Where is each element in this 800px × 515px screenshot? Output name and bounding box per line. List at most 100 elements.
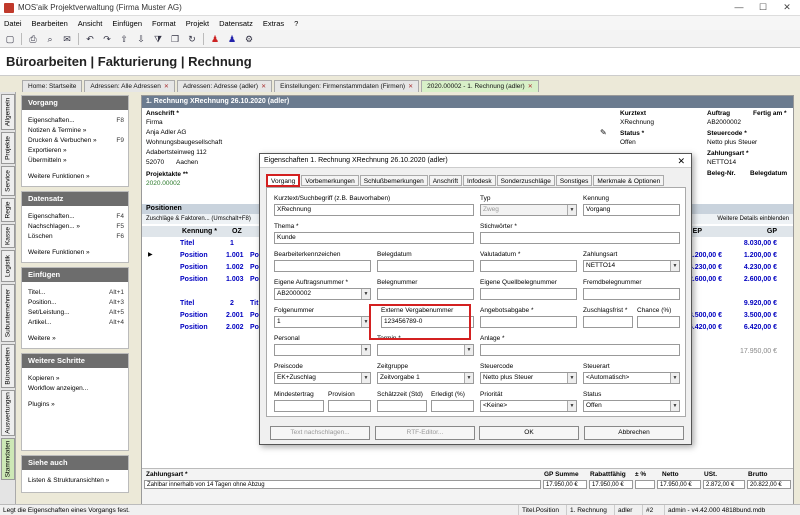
ok-button[interactable]: OK [479, 426, 579, 440]
sidetab-projekte[interactable]: Projekte [1, 132, 15, 164]
maximize-button[interactable]: ☐ [752, 1, 774, 14]
zuschlagsfrist-input[interactable] [583, 316, 633, 328]
dtab-vorgang[interactable]: Vorgang [266, 174, 301, 187]
menu-item-notizen[interactable]: Notizen & Termine » [22, 126, 128, 136]
sidetab-subunternehmer[interactable]: Subunternehmer [1, 284, 15, 342]
termin-select[interactable]: ▼ [377, 344, 474, 356]
thema-input[interactable]: Kunde [274, 232, 474, 244]
menu-item-weitere[interactable]: Weitere » [22, 334, 128, 344]
tab-alle-adressen[interactable]: Adressen: Alle Adressen ✕ [84, 80, 175, 92]
sidetab-service[interactable]: Service [1, 166, 15, 196]
close-icon[interactable]: ✕ [528, 83, 533, 90]
up-icon[interactable]: ⇧ [118, 33, 130, 45]
edit-address-icon[interactable]: ✎ [600, 128, 607, 137]
menu-item-artikel[interactable]: Artikel... Alt+4 [22, 318, 128, 328]
menu-item-weitere[interactable]: Weitere Funktionen » [22, 172, 128, 182]
menu-item-listen[interactable]: Listen & Strukturansichten » [22, 476, 128, 486]
sidetab-bueroarbeiten[interactable]: Büroarbeiten [1, 344, 15, 388]
menu-projekt[interactable]: Projekt [186, 19, 209, 28]
angebotsabgabe-input[interactable] [480, 316, 577, 328]
auftragsnummer-select[interactable]: AB2000002 ▼ [274, 288, 371, 300]
steuercode-select[interactable]: Netto plus Steuer ▼ [480, 372, 577, 384]
zuschlaege-link[interactable]: Zuschläge & Faktoren... (Umschalt+F8) [146, 216, 251, 222]
redo-icon[interactable]: ↷ [101, 33, 113, 45]
menu-item-position[interactable]: Position... Alt+3 [22, 298, 128, 308]
preview-icon[interactable]: ⌕ [44, 33, 56, 45]
kurztext-input[interactable]: XRechnung [274, 204, 474, 216]
col-gp[interactable]: GP [737, 226, 777, 237]
close-icon[interactable]: ✕ [677, 154, 685, 168]
menu-item-workflow[interactable]: Workflow anzeigen... [22, 384, 128, 394]
zeitgruppe-select[interactable]: Zeitvorgabe 1 ▼ [377, 372, 474, 384]
text-nachschlagen-button[interactable]: Text nachschlagen... [270, 426, 370, 440]
close-icon[interactable]: ✕ [164, 83, 169, 90]
valutadatum-input[interactable] [480, 260, 577, 272]
menu-datensatz[interactable]: Datensatz [219, 19, 253, 28]
menu-item-loeschen[interactable]: Löschen F6 [22, 232, 128, 242]
menu-bearbeiten[interactable]: Bearbeiten [32, 19, 68, 28]
menu-item-nachschlagen[interactable]: Nachschlagen... » F5 [22, 222, 128, 232]
tab-rechnung[interactable]: 2020.00002 - 1. Rechnung (adler) ✕ [421, 80, 539, 92]
sidetab-kasse[interactable]: Kasse [1, 224, 15, 248]
stichwoerter-input[interactable] [480, 232, 680, 244]
menu-item-eigenschaften[interactable]: Eigenschaften... F4 [22, 212, 128, 222]
user-icon[interactable]: ♟ [209, 33, 221, 45]
menu-format[interactable]: Format [152, 19, 176, 28]
zahlungsart-select[interactable]: NETTO14 ▼ [583, 260, 680, 272]
menu-item-plugins[interactable]: Plugins » [22, 400, 128, 410]
col-kennung[interactable]: Kennung * [182, 226, 217, 237]
tab-adresse-adler[interactable]: Adressen: Adresse (adler) ✕ [176, 80, 273, 92]
print-icon[interactable]: ⎙ [27, 33, 39, 45]
sidetab-auswertungen[interactable]: Auswertungen [1, 390, 15, 436]
belegnummer-input[interactable] [377, 288, 474, 300]
mindestertrag-input[interactable] [274, 400, 324, 412]
dtab-sonderzuschlaege[interactable]: Sonderzuschläge [496, 175, 555, 186]
menu-extras[interactable]: Extras [263, 19, 284, 28]
undo-icon[interactable]: ↶ [84, 33, 96, 45]
menu-datei[interactable]: Datei [4, 19, 22, 28]
kennung-input[interactable]: Vorgang [583, 204, 680, 216]
projektakte-value[interactable]: 2020.00002 [146, 180, 180, 187]
dtab-infodesk[interactable]: Infodesk [463, 175, 496, 186]
sidetab-stammdaten[interactable]: Stammdaten [1, 438, 15, 480]
prioritaet-select[interactable]: <Keine> ▼ [480, 400, 577, 412]
menu-help[interactable]: ? [294, 19, 298, 28]
sidetab-regie[interactable]: Regie [1, 198, 15, 222]
copy-icon[interactable]: ❐ [169, 33, 181, 45]
status-select[interactable]: Offen ▼ [583, 400, 680, 412]
dtab-merkmale[interactable]: Merkmale & Optionen [593, 175, 665, 186]
tab-home[interactable]: Home: Startseite [22, 80, 83, 92]
dtab-sonstiges[interactable]: Sonstiges [555, 175, 593, 186]
filter-icon[interactable]: ⧩ [152, 33, 164, 45]
minimize-button[interactable]: — [728, 1, 750, 14]
dtab-vorbemerkungen[interactable]: Vorbemerkungen [301, 175, 359, 186]
menu-item-weitere[interactable]: Weitere Funktionen » [22, 248, 128, 258]
chance-input[interactable] [637, 316, 680, 328]
sidetab-logistik[interactable]: Logistik [1, 250, 15, 282]
dtab-anschrift[interactable]: Anschrift [428, 175, 463, 186]
sidetab-allgemein[interactable]: Allgemein [1, 94, 15, 130]
menu-ansicht[interactable]: Ansicht [78, 19, 103, 28]
mail-icon[interactable]: ✉ [61, 33, 73, 45]
close-icon[interactable]: ✕ [261, 83, 266, 90]
bearbeiter-input[interactable] [274, 260, 371, 272]
preiscode-select[interactable]: EK+Zuschlag ▼ [274, 372, 371, 384]
fremdbeleg-input[interactable] [583, 288, 680, 300]
down-icon[interactable]: ⇩ [135, 33, 147, 45]
dtab-schlussbemerkungen[interactable]: Schlußbemerkungen [359, 175, 428, 186]
menu-item-titel[interactable]: Titel... Alt+1 [22, 288, 128, 298]
schaetzzeit-input[interactable] [377, 400, 427, 412]
menu-item-drucken[interactable]: Drucken & Verbuchen » F9 [22, 136, 128, 146]
details-link[interactable]: Weitere Details einblenden [717, 214, 789, 224]
menu-item-eigenschaften[interactable]: Eigenschaften... F8 [22, 116, 128, 126]
menu-item-uebermitteln[interactable]: Übermitteln » [22, 156, 128, 166]
close-icon[interactable]: ✕ [408, 83, 413, 90]
new-icon[interactable]: ▢ [4, 33, 16, 45]
provision-input[interactable] [328, 400, 371, 412]
steuerart-select[interactable]: <Automatisch> ▼ [583, 372, 680, 384]
tab-firmenstammdaten[interactable]: Einstellungen: Firmenstammdaten (Firmen)… [274, 80, 420, 92]
quellbeleg-input[interactable] [480, 288, 577, 300]
menu-item-kopieren[interactable]: Kopieren » [22, 374, 128, 384]
close-button[interactable]: ✕ [776, 1, 798, 14]
refresh-icon[interactable]: ↻ [186, 33, 198, 45]
